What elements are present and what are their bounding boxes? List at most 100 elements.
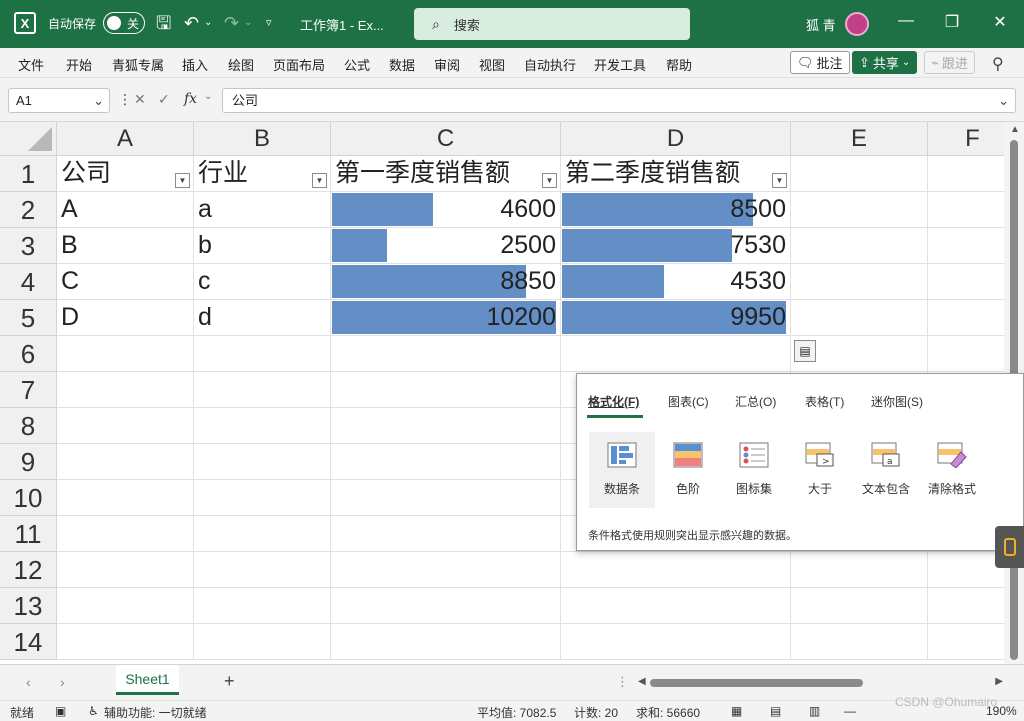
cell[interactable] [928,624,1004,660]
zoom-out-icon[interactable]: — [844,704,856,718]
cell[interactable] [331,480,561,516]
cell[interactable] [791,192,928,228]
cell[interactable] [194,552,331,588]
filter-dropdown-icon[interactable]: ▼ [542,173,557,188]
row-header-12[interactable]: 12 [0,552,57,588]
data-cell-industry[interactable]: a [194,192,331,228]
tab-tables[interactable]: 表格(T) [805,393,844,410]
cell[interactable] [194,624,331,660]
cell[interactable] [791,264,928,300]
select-all-button[interactable] [0,122,57,156]
filter-dropdown-icon[interactable]: ▼ [312,173,327,188]
formula-input[interactable]: 公司 ⌄ [222,88,1016,113]
average-value[interactable]: 平均值: 7082.5 [477,704,556,721]
cell[interactable] [57,372,194,408]
cell[interactable] [561,588,791,624]
row-header-9[interactable]: 9 [0,444,57,480]
menu-view[interactable]: 视图 [479,55,505,74]
row-header-14[interactable]: 14 [0,624,57,660]
horizontal-scrollbar[interactable]: ◀ ▶ [638,676,1003,690]
cell[interactable] [928,552,1004,588]
cell[interactable] [194,336,331,372]
data-cell-q1[interactable]: 4600 [331,192,561,228]
row-header-3[interactable]: 3 [0,228,57,264]
insert-function-icon[interactable]: fx [184,91,197,107]
cell[interactable] [561,552,791,588]
sheet-next-icon[interactable]: › [60,674,65,690]
minimize-icon[interactable]: — [896,12,916,30]
cell[interactable] [791,156,928,192]
coauthor-icon[interactable]: ⚲ [992,54,1004,74]
cell[interactable] [331,372,561,408]
data-cell-industry[interactable]: c [194,264,331,300]
row-header-8[interactable]: 8 [0,408,57,444]
cell[interactable] [331,336,561,372]
comments-button[interactable]: 🗨 批注 [790,51,850,74]
scroll-right-icon[interactable]: ▶ [995,676,1003,687]
cell[interactable] [57,480,194,516]
data-cell-q1[interactable]: 10200 [331,300,561,336]
share-button[interactable]: ⇪ 共享 ⌄ [852,51,918,74]
cell[interactable] [791,624,928,660]
horizontal-scroll-thumb[interactable] [650,679,863,687]
menu-help[interactable]: 帮助 [666,55,692,74]
page-break-view-icon[interactable]: ▥ [809,704,820,718]
data-cell-company[interactable]: B [57,228,194,264]
cell[interactable] [57,444,194,480]
cell[interactable] [791,552,928,588]
cell[interactable] [928,228,1004,264]
fx-dropdown-icon[interactable]: ⌄ [204,91,212,102]
cell[interactable] [331,624,561,660]
autosave-toggle[interactable]: 关 [103,12,145,34]
search-box[interactable]: ⌕ 搜索 [414,8,690,40]
avatar[interactable] [845,12,869,36]
tool-greater-than[interactable]: > 大于 [787,432,853,508]
enter-icon[interactable]: ✓ [158,91,170,108]
filter-dropdown-icon[interactable]: ▼ [175,173,190,188]
data-cell-q2[interactable]: 4530 [561,264,791,300]
column-header-c[interactable]: C [331,122,561,156]
data-cell-q2[interactable]: 7530 [561,228,791,264]
data-cell-company[interactable]: D [57,300,194,336]
cell[interactable] [57,516,194,552]
cell[interactable] [57,552,194,588]
cell[interactable] [194,480,331,516]
tab-sparklines[interactable]: 迷你图(S) [871,393,923,410]
undo-dropdown-icon[interactable]: ⌄ [204,12,212,34]
cancel-icon[interactable]: ✕ [134,91,146,108]
data-cell-company[interactable]: A [57,192,194,228]
cell[interactable] [928,192,1004,228]
column-header-f[interactable]: F [928,122,1004,156]
column-header-d[interactable]: D [561,122,791,156]
accessibility-icon[interactable]: ♿ [88,704,99,718]
row-header-1[interactable]: 1 [0,156,57,192]
expand-formula-icon[interactable]: ⌄ [998,89,1009,112]
tool-icon-set[interactable]: 图标集 [721,432,787,508]
cell[interactable] [928,588,1004,624]
side-widget[interactable] [995,526,1024,568]
tab-totals[interactable]: 汇总(O) [735,393,776,410]
accessibility-status[interactable]: 辅助功能: 一切就绪 [104,704,207,721]
redo-dropdown-icon[interactable]: ⌄ [244,12,252,34]
data-cell-q2[interactable]: 8500 [561,192,791,228]
menu-developer[interactable]: 开发工具 [594,55,646,74]
menu-file[interactable]: 文件 [18,55,44,74]
tab-split-icon[interactable]: ⋮ [616,674,629,690]
cell[interactable] [57,588,194,624]
data-cell-industry[interactable]: d [194,300,331,336]
header-cell[interactable]: 第一季度销售额 ▼ [331,156,561,192]
tool-color-scale[interactable]: 色阶 [655,432,721,508]
menu-formulas[interactable]: 公式 [344,55,370,74]
menu-insert[interactable]: 插入 [182,55,208,74]
tool-clear-format[interactable]: 清除格式 [919,432,985,508]
menu-data[interactable]: 数据 [389,55,415,74]
tool-text-contains[interactable]: a 文本包含 [853,432,919,508]
tab-charts[interactable]: 图表(C) [668,393,709,410]
customize-toolbar-icon[interactable]: ▿ [266,12,272,34]
row-header-5[interactable]: 5 [0,300,57,336]
follow-button[interactable]: ⌁ 跟进 [924,51,975,74]
cell[interactable] [791,588,928,624]
page-layout-view-icon[interactable]: ▤ [770,704,781,718]
cell[interactable] [561,336,791,372]
scroll-up-icon[interactable]: ▲ [1010,124,1020,135]
